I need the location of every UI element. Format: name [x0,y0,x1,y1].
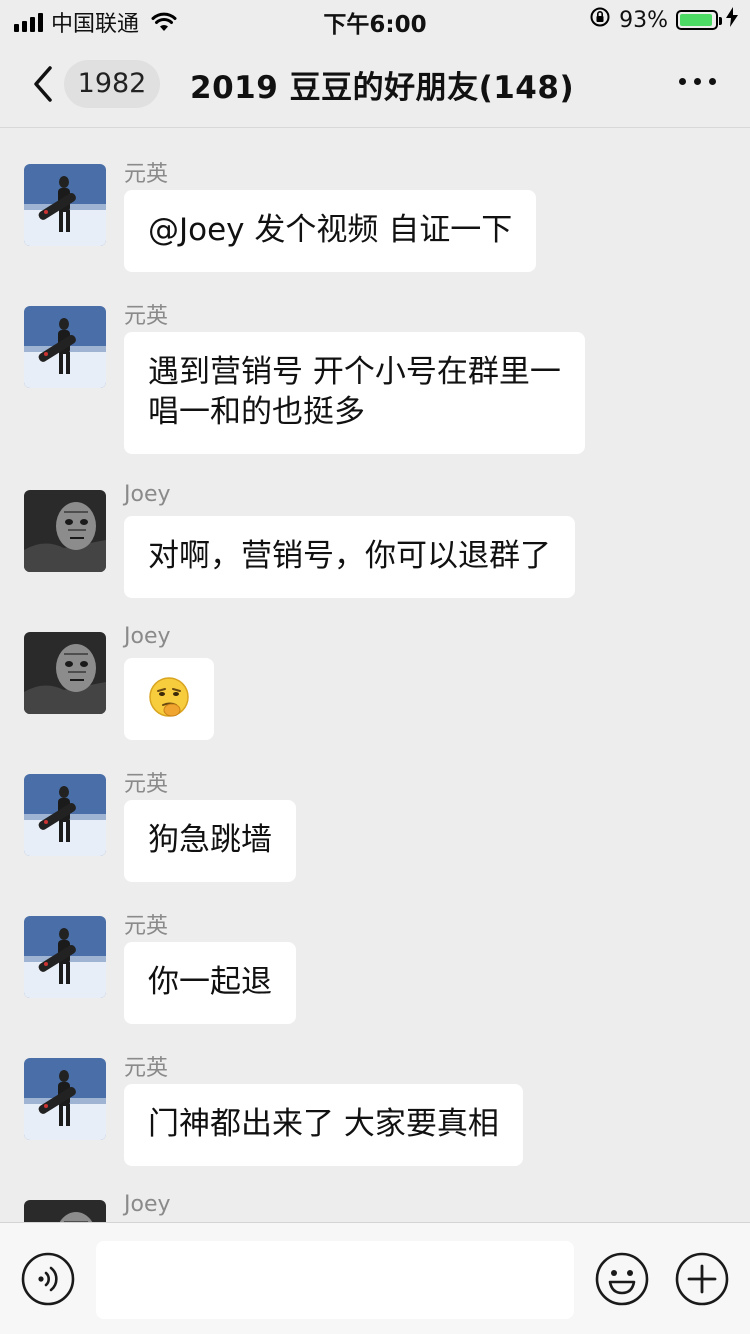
chat-header: 1982 2019 豆豆的好朋友(148) [0,40,750,128]
voice-icon [21,1252,75,1306]
snowboarder-avatar[interactable] [24,164,106,246]
sender-name: Joey [124,1192,171,1217]
message-bubble[interactable]: @Joey 发个视频 自证一下 [124,190,537,272]
sender-name: Joey [124,482,171,507]
plus-icon [675,1252,729,1306]
tattooed-man-avatar[interactable] [24,490,106,572]
status-bar: 中国联通 下午6:00 93% [0,0,750,40]
orientation-lock-icon [589,6,611,34]
message-bubble[interactable]: 对啊，营销号，你可以退群了 [124,516,575,598]
unread-count-badge[interactable]: 1982 [64,60,160,108]
more-functions-button[interactable] [674,1251,730,1311]
chat-input-bar [0,1222,750,1334]
snowboarder-avatar[interactable] [24,306,106,388]
message-text-line: 唱一和的也挺多 [148,394,365,430]
message-list[interactable]: 元英 @Joey 发个视频 自证一下 元英 遇到营销号 开个小号在群里一 唱一和… [0,128,750,1222]
charging-bolt-icon [726,7,738,33]
more-dot-icon [694,78,701,85]
message-text-line: 遇到营销号 开个小号在群里一 [148,354,561,390]
status-right: 93% [589,6,738,34]
message-text: @Joey 发个视频 自证一下 [148,212,513,248]
group-chat-title: 2019 豆豆的好朋友(148) [190,70,575,106]
more-options-button[interactable] [679,78,716,85]
message-input[interactable] [96,1241,574,1319]
snowboarder-avatar[interactable] [24,916,106,998]
message-text: 狗急跳墙 [148,822,272,858]
sender-name: 元英 [124,162,169,187]
message-text: 你一起退 [148,964,272,1000]
snowboarder-avatar[interactable] [24,774,106,856]
message-bubble[interactable]: 你一起退 [124,942,296,1024]
tattooed-man-avatar[interactable] [24,1200,106,1222]
more-dot-icon [709,78,716,85]
smirk-emoji-icon [149,677,189,717]
sender-name: Joey [124,624,171,649]
sender-name: 元英 [124,1056,169,1081]
battery-percent: 93% [619,7,668,33]
message-text: 对啊，营销号，你可以退群了 [148,538,551,574]
sender-name: 元英 [124,304,169,329]
sender-name: 元英 [124,772,169,797]
message-bubble[interactable]: 门神都出来了 大家要真相 [124,1084,523,1166]
message-bubble[interactable]: 遇到营销号 开个小号在群里一 唱一和的也挺多 [124,332,585,454]
message-bubble[interactable]: 狗急跳墙 [124,800,296,882]
tattooed-man-avatar[interactable] [24,632,106,714]
voice-input-button[interactable] [20,1251,76,1311]
battery-icon [676,10,722,30]
chevron-left-icon [34,66,52,102]
message-text: 门神都出来了 大家要真相 [148,1106,499,1142]
emoji-button[interactable] [594,1251,650,1311]
message-bubble[interactable] [124,658,214,740]
more-dot-icon [679,78,686,85]
sender-name: 元英 [124,914,169,939]
back-button[interactable] [28,62,58,106]
snowboarder-avatar[interactable] [24,1058,106,1140]
emoji-icon [595,1252,649,1306]
